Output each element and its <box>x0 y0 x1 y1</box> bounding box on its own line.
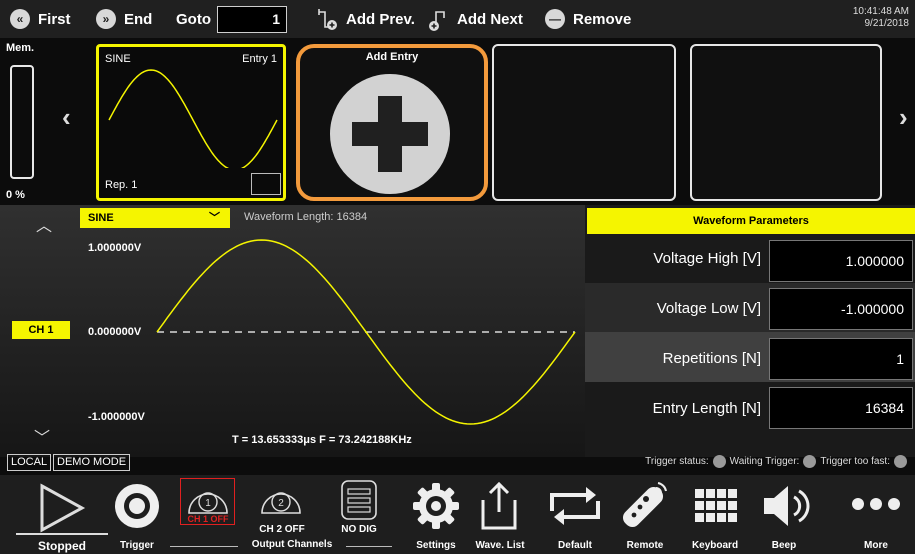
output-channels-label: Output Channels <box>238 539 346 550</box>
trigger-too-fast-label: Trigger too fast: <box>820 456 890 467</box>
add-entry-card[interactable]: Add Entry <box>296 44 488 201</box>
gear-icon[interactable] <box>411 481 461 531</box>
chevron-down-icon[interactable]: ﹀ <box>34 424 50 448</box>
stopped-label: Stopped <box>38 539 86 553</box>
plus-icon <box>330 74 450 194</box>
scroll-right-icon[interactable]: › <box>899 102 908 133</box>
wave-list-label: Wave. List <box>475 540 525 551</box>
remote-control-icon[interactable] <box>618 477 674 533</box>
end-button[interactable]: » End <box>96 0 152 38</box>
keyboard-label: Keyboard <box>691 540 739 551</box>
memory-bar <box>10 65 34 179</box>
entry-checkbox[interactable] <box>251 173 281 195</box>
memory-percent: 0 % <box>6 189 25 201</box>
param-value-voltage-high[interactable]: 1.000000 <box>769 240 913 282</box>
param-value-repetitions[interactable]: 1 <box>769 338 913 380</box>
param-label-voltage-high: Voltage High [V] <box>653 250 761 267</box>
add-entry-label: Add Entry <box>365 51 419 63</box>
digital-channel-icon[interactable] <box>339 479 379 521</box>
empty-entry-slot[interactable] <box>492 44 676 201</box>
plus-horizontal-bar <box>352 122 428 146</box>
ch2-dial-icon[interactable]: 2 <box>258 481 304 515</box>
remove-button[interactable]: — Remove <box>545 0 631 38</box>
trigger-label: Trigger <box>120 540 154 551</box>
remove-label: Remove <box>573 10 632 28</box>
play-icon[interactable] <box>38 483 88 533</box>
trigger-status-led-icon <box>712 455 726 468</box>
clock-date: 9/21/2018 <box>864 18 910 29</box>
beep-label: Beep <box>771 540 797 551</box>
top-toolbar: « First » End Goto 1 Add Prev. Add Next … <box>0 0 915 38</box>
trigger-status-group: Trigger status: Waiting Trigger: Trigger… <box>645 455 907 468</box>
param-label-repetitions: Repetitions [N] <box>662 350 761 367</box>
double-chevron-left-icon: « <box>10 9 30 29</box>
minus-circle-icon: — <box>545 9 565 29</box>
waiting-trigger-label: Waiting Trigger: <box>729 456 800 467</box>
svg-text:1: 1 <box>205 498 211 509</box>
ch1-dial-icon: 1 <box>188 492 228 514</box>
ch2-label: CH 2 OFF <box>259 524 305 535</box>
stopped-underline <box>16 533 108 535</box>
keypad-icon[interactable] <box>691 487 739 525</box>
add-next-label: Add Next <box>457 10 523 28</box>
empty-entry-slot[interactable] <box>690 44 882 201</box>
add-next-button[interactable]: Add Next <box>427 0 523 38</box>
first-label: First <box>38 10 71 28</box>
goto-input[interactable]: 1 <box>217 6 287 33</box>
default-label: Default <box>558 540 592 551</box>
entry-thumbnail-waveform <box>108 69 278 168</box>
param-label-entry-length: Entry Length [N] <box>652 400 761 417</box>
scroll-left-icon[interactable]: ‹ <box>62 102 71 133</box>
goto-label: Goto <box>176 10 211 28</box>
speaker-icon[interactable] <box>760 483 812 529</box>
parameters-header: Waveform Parameters <box>587 208 915 234</box>
clock-time: 10:41:48 AM <box>852 6 909 17</box>
period-frequency-readout: T = 13.653333μs F = 73.242188KHz <box>232 434 412 446</box>
remote-label: Remote <box>626 540 664 551</box>
add-next-icon <box>429 11 445 31</box>
trigger-too-fast-led-icon <box>894 455 907 468</box>
demo-mode-badge: DEMO MODE <box>53 454 131 471</box>
export-icon[interactable] <box>477 480 521 532</box>
add-prev-label: Add Prev. <box>346 10 415 28</box>
trigger-icon[interactable] <box>112 481 162 531</box>
add-prev-button[interactable]: Add Prev. <box>316 0 415 38</box>
param-value-entry-length[interactable]: 16384 <box>769 387 913 429</box>
settings-label: Settings <box>416 540 456 551</box>
param-label-voltage-low: Voltage Low [V] <box>656 300 761 317</box>
repeat-icon[interactable] <box>546 485 604 527</box>
memory-label: Mem. <box>6 42 35 54</box>
double-chevron-right-icon: » <box>96 9 116 29</box>
more-dots-icon[interactable] <box>850 496 902 512</box>
main-waveform-plot <box>156 239 576 425</box>
entry-repetitions: Rep. 1 <box>105 179 138 191</box>
end-label: End <box>124 10 153 28</box>
svg-text:2: 2 <box>278 498 284 509</box>
more-label: More <box>864 540 888 551</box>
waiting-trigger-led-icon <box>803 455 817 468</box>
clock: 10:41:48 AM 9/21/2018 <box>853 6 909 30</box>
entry-card-1[interactable]: SINE Entry 1 Rep. 1 <box>96 44 286 201</box>
trigger-status-label: Trigger status: <box>645 456 709 467</box>
local-badge: LOCAL <box>7 454 52 471</box>
first-button[interactable]: « First <box>10 0 71 38</box>
no-dig-label: NO DIG <box>341 524 377 535</box>
param-value-voltage-low[interactable]: -1.000000 <box>769 288 913 330</box>
ch1-label: CH 1 OFF <box>187 514 229 524</box>
add-prev-icon <box>318 9 337 30</box>
